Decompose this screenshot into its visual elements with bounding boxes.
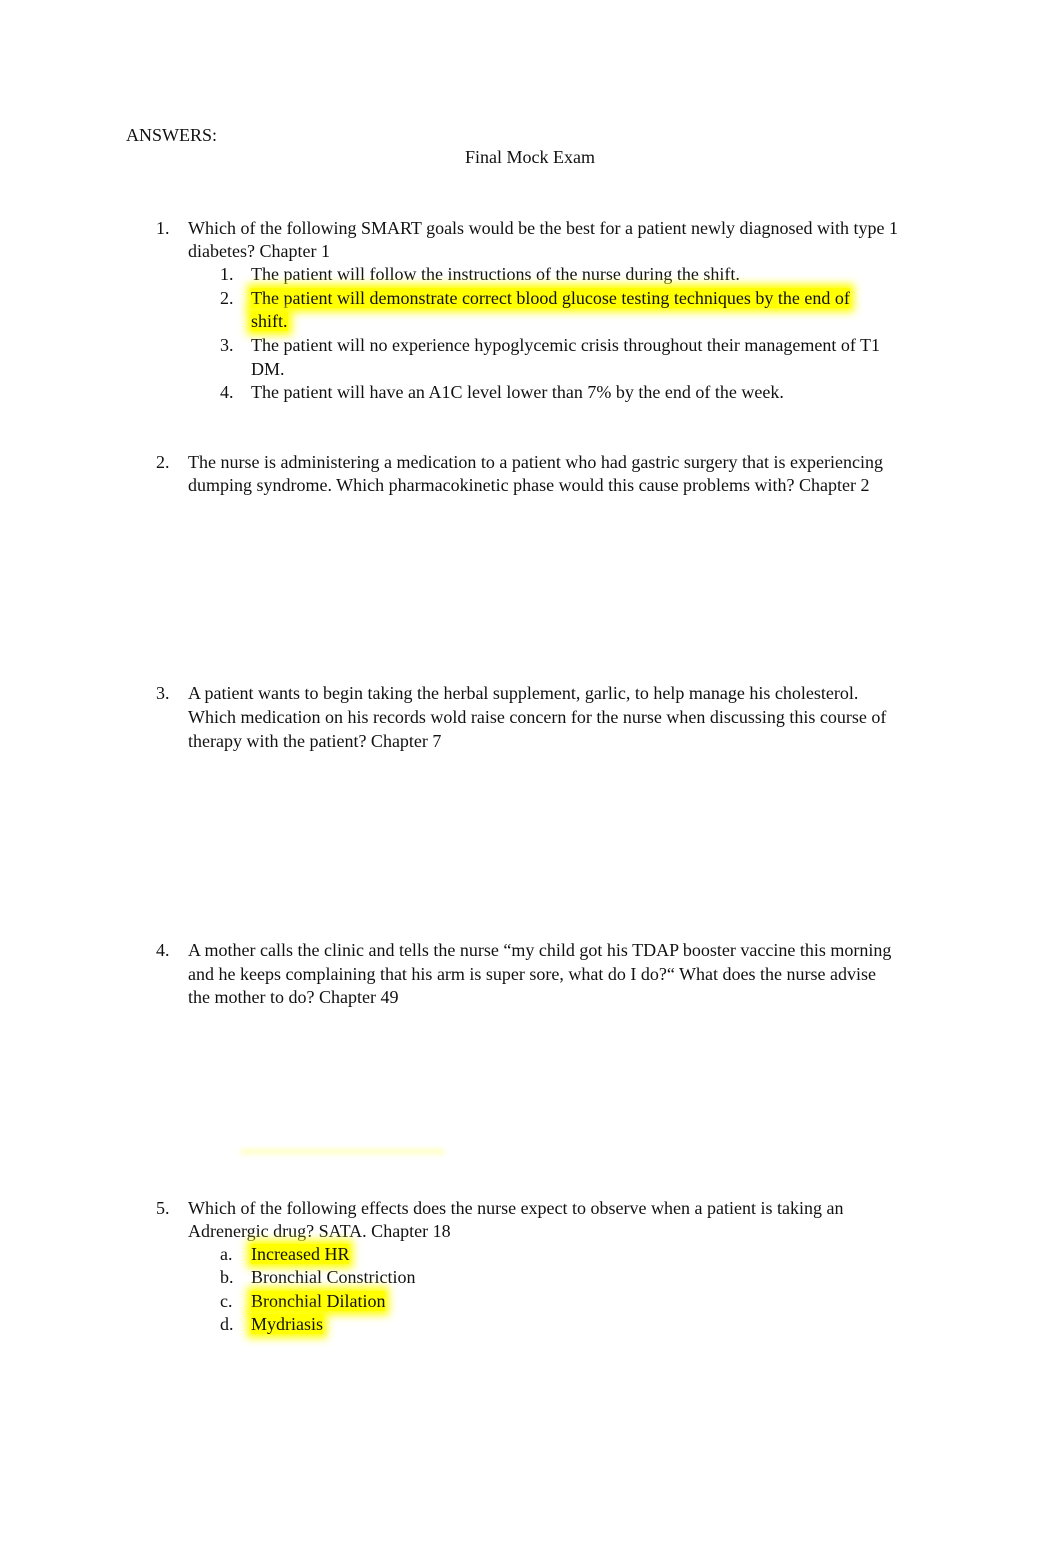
option-4: The patient will have an A1C level lower… — [251, 382, 784, 402]
question-text-line: Which of the following effects does the … — [188, 1198, 844, 1218]
option-marker: 1. — [220, 264, 234, 284]
question-text-line: A patient wants to begin taking the herb… — [188, 683, 859, 703]
question-number: 5. — [156, 1198, 170, 1218]
question-number: 1. — [156, 218, 170, 238]
question-text-line: dumping syndrome. Which pharmacokinetic … — [188, 475, 870, 495]
highlighted-text: Mydriasis — [251, 1314, 323, 1334]
question-text-line: The nurse is administering a medication … — [188, 452, 883, 472]
option-c-correct: Bronchial Dilation — [251, 1290, 386, 1313]
highlighted-text: Increased HR — [251, 1244, 350, 1264]
question-text-line: therapy with the patient? Chapter 7 — [188, 731, 442, 751]
question-text-line: A mother calls the clinic and tells the … — [188, 940, 892, 960]
highlighted-text: shift. — [251, 311, 288, 331]
option-marker: c. — [220, 1291, 233, 1311]
highlighted-text: Bronchial Dilation — [251, 1291, 386, 1311]
option-1: The patient will follow the instructions… — [251, 264, 740, 284]
option-marker: b. — [220, 1267, 234, 1287]
option-marker: 3. — [220, 335, 234, 355]
question-text-line: Which of the following SMART goals would… — [188, 218, 898, 238]
highlighted-text: The patient will demonstrate correct blo… — [251, 288, 850, 308]
option-marker: 4. — [220, 382, 234, 402]
page-title: Final Mock Exam — [465, 147, 595, 167]
question-number: 2. — [156, 452, 170, 472]
question-text-line: Adrenergic drug? SATA. Chapter 18 — [188, 1221, 451, 1241]
option-2-correct: The patient will demonstrate correct blo… — [251, 287, 850, 310]
faint-highlight-mark — [240, 1149, 445, 1157]
option-marker: d. — [220, 1314, 234, 1334]
option-3-cont: DM. — [251, 359, 285, 379]
option-b: Bronchial Constriction — [251, 1267, 416, 1287]
question-text-line: the mother to do? Chapter 49 — [188, 987, 399, 1007]
question-text-line: Which medication on his records wold rai… — [188, 707, 887, 727]
option-a-correct: Increased HR — [251, 1243, 350, 1266]
answers-label: ANSWERS: — [126, 125, 218, 145]
question-number: 3. — [156, 683, 170, 703]
option-d-correct: Mydriasis — [251, 1313, 323, 1336]
question-text-line: and he keeps complaining that his arm is… — [188, 964, 876, 984]
option-marker: a. — [220, 1244, 233, 1264]
option-marker: 2. — [220, 288, 234, 308]
option-3: The patient will no experience hypoglyce… — [251, 335, 880, 355]
question-text-line: diabetes? Chapter 1 — [188, 241, 330, 261]
question-number: 4. — [156, 940, 170, 960]
option-2-correct-cont: shift. — [251, 310, 288, 333]
